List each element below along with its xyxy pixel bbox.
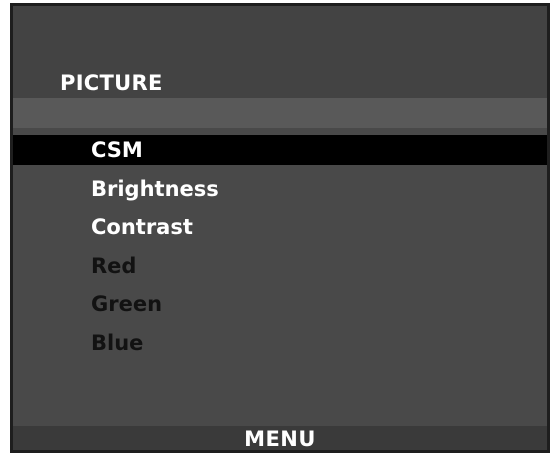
osd-header-divider xyxy=(13,98,547,128)
menu-item-green: Green xyxy=(91,292,163,316)
menu-item-contrast[interactable]: Contrast xyxy=(13,212,547,242)
osd-footer: MENU xyxy=(13,426,547,450)
osd-title: PICTURE xyxy=(60,71,163,95)
osd-header: PICTURE xyxy=(13,6,547,98)
menu-item-brightness[interactable]: Brightness xyxy=(13,174,547,204)
menu-button-label[interactable]: MENU xyxy=(244,426,316,450)
menu-item-red: Red xyxy=(91,254,137,278)
menu-item-blue: Blue xyxy=(91,331,144,355)
osd-menu-panel: PICTURE CSM Brightness Contrast Red Gree… xyxy=(10,3,550,453)
menu-item-csm[interactable]: CSM xyxy=(13,135,547,165)
